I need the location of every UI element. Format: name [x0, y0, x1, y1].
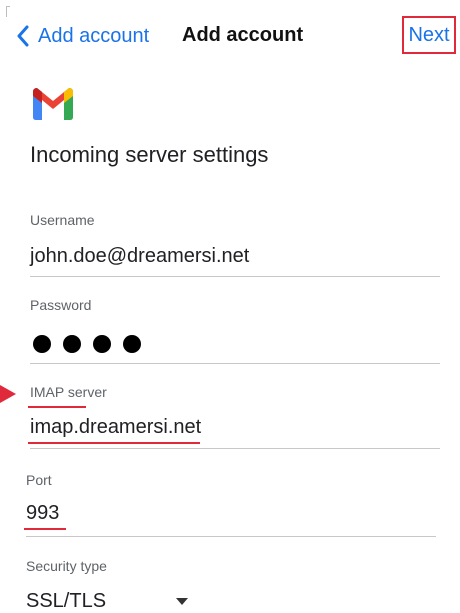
back-button-label: Add account [38, 24, 150, 47]
chevron-left-icon [17, 25, 29, 47]
security-type-label: Security type [26, 558, 107, 574]
imap-server-divider [30, 448, 440, 449]
imap-label-highlight [28, 406, 86, 408]
username-input[interactable]: john.doe@dreamersi.net [30, 245, 249, 268]
password-mask-dot [93, 335, 111, 353]
username-field[interactable]: Username john.doe@dreamersi.net [30, 212, 440, 277]
password-field[interactable]: Password [30, 297, 440, 364]
port-value-highlight [24, 528, 66, 530]
imap-value-highlight [28, 442, 200, 444]
arrow-right-icon [0, 385, 16, 403]
imap-server-label: IMAP server [30, 384, 107, 400]
port-input[interactable]: 993 [26, 502, 59, 525]
page-title: Add account [182, 24, 304, 46]
password-label: Password [30, 297, 92, 313]
password-divider [30, 363, 440, 364]
username-label: Username [30, 212, 95, 228]
gmail-logo-icon [33, 88, 73, 120]
back-button[interactable]: Add account [16, 22, 149, 50]
password-mask-dot [123, 335, 141, 353]
imap-server-input[interactable]: imap.dreamersi.net [30, 416, 201, 439]
password-mask-dot [33, 335, 51, 353]
section-title: Incoming server settings [30, 142, 269, 167]
port-divider [26, 536, 436, 537]
port-label: Port [26, 472, 52, 488]
username-divider [30, 276, 440, 277]
caret-down-icon[interactable] [176, 598, 188, 605]
top-bar: Add account Add account Next [0, 0, 460, 72]
password-input[interactable] [33, 335, 153, 353]
next-button[interactable]: Next [402, 16, 456, 54]
password-mask-dot [63, 335, 81, 353]
